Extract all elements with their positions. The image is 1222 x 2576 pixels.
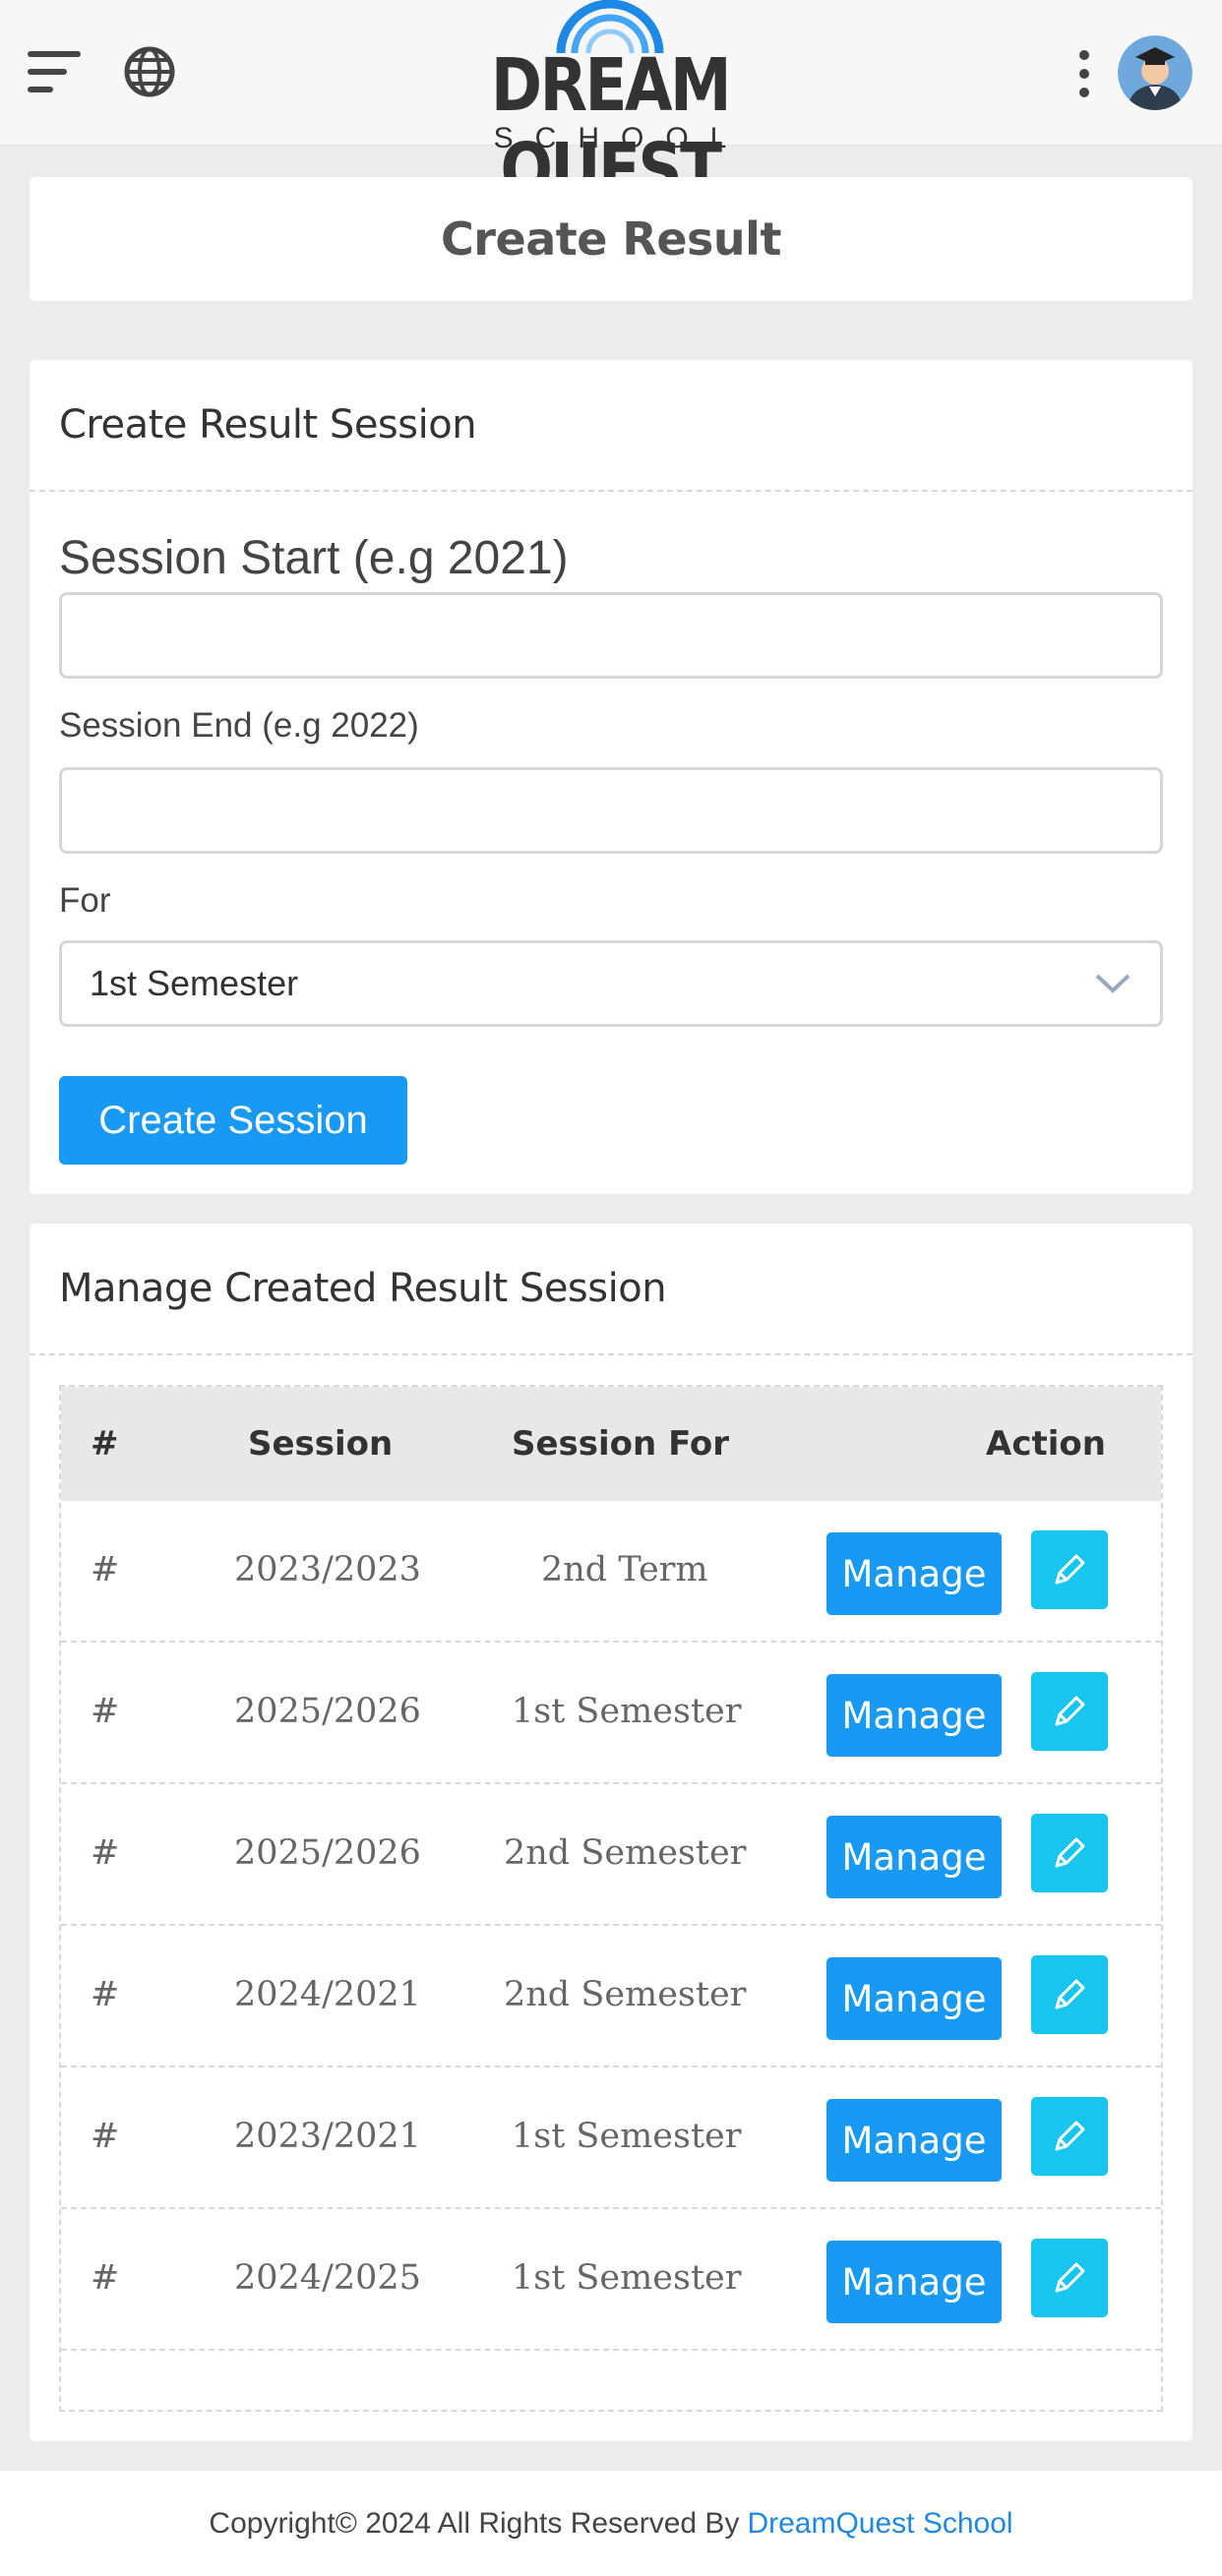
footer-school-link[interactable]: DreamQuest School	[747, 2507, 1012, 2541]
row-session: 2025/2026	[234, 1692, 421, 1731]
edit-button[interactable]	[1031, 1672, 1108, 1751]
for-select[interactable]: 1st Semester	[59, 940, 1163, 1027]
pencil-icon	[1055, 1696, 1085, 1726]
row-session: 2024/2025	[234, 2258, 421, 2298]
row-session-for: 1st Semester	[512, 1692, 742, 1731]
create-session-heading: Create Result Session	[30, 360, 1192, 492]
sessions-table: # Session Session For Action # 2023/2023…	[59, 1385, 1163, 2412]
column-header-number: #	[91, 1424, 119, 1464]
pencil-icon	[1055, 2262, 1085, 2293]
manage-sessions-heading: Manage Created Result Session	[30, 1224, 1192, 1355]
table-row: # 2024/2025 1st Semester Manage	[61, 2209, 1161, 2351]
table-row: # 2025/2026 1st Semester Manage	[61, 1643, 1161, 1784]
create-session-card: Create Result Session Session Start (e.g…	[30, 360, 1192, 1194]
chevron-down-icon	[1095, 974, 1130, 993]
row-number: #	[91, 1833, 120, 1873]
row-session-for: 2nd Semester	[504, 1833, 747, 1873]
edit-button[interactable]	[1031, 1814, 1108, 1892]
pencil-icon	[1055, 1837, 1085, 1868]
edit-button[interactable]	[1031, 1530, 1108, 1609]
manage-sessions-card: Manage Created Result Session # Session …	[30, 1224, 1192, 2441]
row-number: #	[91, 1550, 120, 1589]
footer: Copyright© 2024 All Rights Reserved By D…	[0, 2471, 1222, 2576]
row-number: #	[91, 2258, 120, 2298]
session-start-input[interactable]	[59, 592, 1163, 679]
create-session-button[interactable]: Create Session	[59, 1076, 407, 1165]
pencil-icon	[1055, 1979, 1085, 2009]
table-header: # Session Session For Action	[61, 1387, 1161, 1501]
edit-button[interactable]	[1031, 1955, 1108, 2034]
page-title-card: Create Result	[30, 177, 1192, 301]
edit-button[interactable]	[1031, 2239, 1108, 2317]
row-number: #	[91, 1692, 120, 1731]
manage-button[interactable]: Manage	[826, 2099, 1002, 2182]
manage-button[interactable]: Manage	[826, 2241, 1002, 2323]
pencil-icon	[1055, 2121, 1085, 2151]
row-session-for: 1st Semester	[512, 2117, 742, 2156]
row-session-for: 2nd Term	[541, 1550, 708, 1589]
row-number: #	[91, 1975, 120, 2014]
for-select-value: 1st Semester	[90, 963, 299, 1003]
row-session: 2025/2026	[234, 1833, 421, 1873]
top-bar: DREAM QUEST SCHOOL	[0, 0, 1222, 212]
column-header-session: Session	[248, 1424, 394, 1464]
page-title: Create Result	[441, 212, 781, 266]
session-end-label: Session End (e.g 2022)	[59, 706, 419, 745]
globe-icon[interactable]	[124, 46, 175, 97]
session-end-input[interactable]	[59, 767, 1163, 854]
manage-button[interactable]: Manage	[826, 1532, 1002, 1615]
menu-icon[interactable]	[28, 49, 83, 94]
table-row: # 2024/2021 2nd Semester Manage	[61, 1926, 1161, 2067]
row-session-for: 2nd Semester	[504, 1975, 747, 2014]
logo-subtitle: SCHOOL	[493, 122, 749, 154]
manage-button[interactable]: Manage	[826, 1674, 1002, 1757]
table-row: # 2023/2023 2nd Term Manage	[61, 1501, 1161, 1643]
edit-button[interactable]	[1031, 2097, 1108, 2176]
row-session: 2023/2021	[234, 2117, 421, 2156]
footer-copyright: Copyright© 2024 All Rights Reserved By	[209, 2506, 740, 2540]
kebab-icon[interactable]	[1072, 49, 1096, 98]
for-label: For	[59, 881, 111, 920]
school-logo[interactable]: DREAM QUEST SCHOOL	[423, 0, 797, 212]
column-header-action: Action	[986, 1424, 1106, 1464]
row-session: 2024/2021	[234, 1975, 421, 2014]
session-start-label: Session Start (e.g 2021)	[59, 532, 569, 584]
column-header-session-for: Session For	[512, 1424, 730, 1464]
row-session-for: 1st Semester	[512, 2258, 742, 2298]
row-session: 2023/2023	[234, 1550, 421, 1589]
row-number: #	[91, 2117, 120, 2156]
avatar[interactable]	[1118, 35, 1192, 110]
pencil-icon	[1055, 1554, 1085, 1585]
table-row: # 2023/2021 1st Semester Manage	[61, 2067, 1161, 2209]
table-row: # 2025/2026 2nd Semester Manage	[61, 1784, 1161, 1926]
manage-button[interactable]: Manage	[826, 1957, 1002, 2040]
manage-button[interactable]: Manage	[826, 1816, 1002, 1898]
